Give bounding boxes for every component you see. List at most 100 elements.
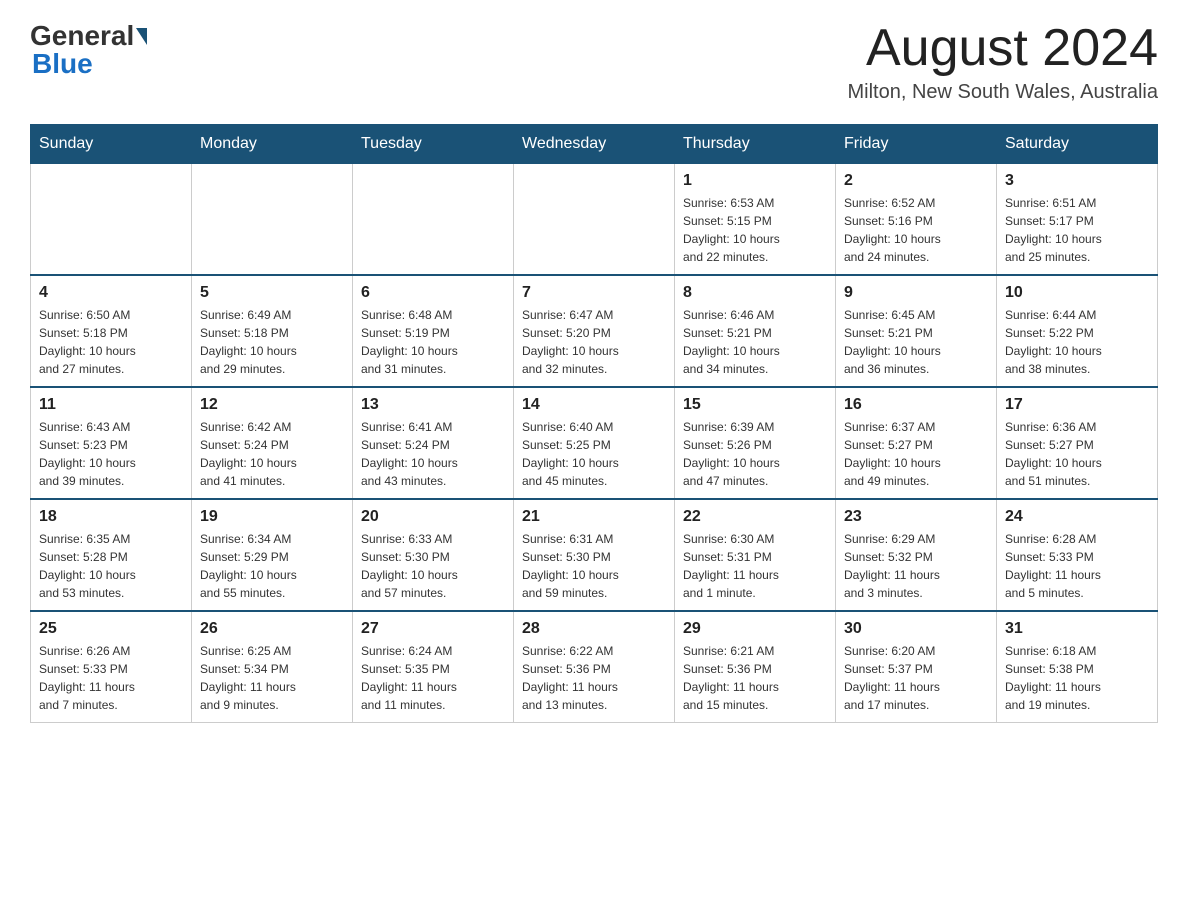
location-text: Milton, New South Wales, Australia (848, 81, 1159, 104)
day-info-3: Sunrise: 6:51 AMSunset: 5:17 PMDaylight:… (1005, 194, 1149, 266)
day-info-2: Sunrise: 6:52 AMSunset: 5:16 PMDaylight:… (844, 194, 988, 266)
calendar-cell-w4-d1: 26 Sunrise: 6:25 AMSunset: 5:34 PMDayligh… (192, 611, 353, 723)
day-number-31: 31 (1005, 620, 1149, 638)
calendar-cell-w2-d4: 15 Sunrise: 6:39 AMSunset: 5:26 PMDayligh… (675, 387, 836, 499)
calendar-cell-w0-d6: 3 Sunrise: 6:51 AMSunset: 5:17 PMDaylight… (997, 164, 1158, 276)
calendar-row-0: 1Sunrise: 6:53 AMSunset: 5:15 PMDaylight… (31, 164, 1158, 276)
calendar-cell-w0-d4: 1Sunrise: 6:53 AMSunset: 5:15 PMDaylight… (675, 164, 836, 276)
day-info-26: Sunrise: 6:25 AMSunset: 5:34 PMDaylight:… (200, 642, 344, 714)
day-info-29: Sunrise: 6:21 AMSunset: 5:36 PMDaylight:… (683, 642, 827, 714)
header-saturday: Saturday (997, 125, 1158, 164)
calendar-cell-w2-d2: 13Sunrise: 6:41 AMSunset: 5:24 PMDayligh… (353, 387, 514, 499)
day-number-9: 9 (844, 284, 988, 302)
day-info-31: Sunrise: 6:18 AMSunset: 5:38 PMDaylight:… (1005, 642, 1149, 714)
calendar-cell-w2-d5: 16Sunrise: 6:37 AMSunset: 5:27 PMDayligh… (836, 387, 997, 499)
calendar-header-row: Sunday Monday Tuesday Wednesday Thursday… (31, 125, 1158, 164)
day-number-16: 16 (844, 396, 988, 414)
day-info-5: Sunrise: 6:49 AMSunset: 5:18 PMDaylight:… (200, 306, 344, 378)
calendar-cell-w1-d5: 9 Sunrise: 6:45 AMSunset: 5:21 PMDaylight… (836, 275, 997, 387)
day-info-8: Sunrise: 6:46 AMSunset: 5:21 PMDaylight:… (683, 306, 827, 378)
calendar-row-2: 11 Sunrise: 6:43 AMSunset: 5:23 PMDayligh… (31, 387, 1158, 499)
calendar-cell-w1-d0: 4 Sunrise: 6:50 AMSunset: 5:18 PMDaylight… (31, 275, 192, 387)
day-info-25: Sunrise: 6:26 AMSunset: 5:33 PMDaylight:… (39, 642, 183, 714)
day-info-22: Sunrise: 6:30 AMSunset: 5:31 PMDaylight:… (683, 530, 827, 602)
header-tuesday: Tuesday (353, 125, 514, 164)
logo: General Blue (30, 20, 149, 80)
calendar-table: Sunday Monday Tuesday Wednesday Thursday… (30, 124, 1158, 723)
calendar-cell-w4-d0: 25 Sunrise: 6:26 AMSunset: 5:33 PMDayligh… (31, 611, 192, 723)
day-number-22: 22 (683, 508, 827, 526)
day-info-7: Sunrise: 6:47 AMSunset: 5:20 PMDaylight:… (522, 306, 666, 378)
day-number-27: 27 (361, 620, 505, 638)
calendar-cell-w0-d1 (192, 164, 353, 276)
calendar-row-4: 25 Sunrise: 6:26 AMSunset: 5:33 PMDayligh… (31, 611, 1158, 723)
day-number-10: 10 (1005, 284, 1149, 302)
day-info-6: Sunrise: 6:48 AMSunset: 5:19 PMDaylight:… (361, 306, 505, 378)
header-sunday: Sunday (31, 125, 192, 164)
day-number-12: 12 (200, 396, 344, 414)
day-info-1: Sunrise: 6:53 AMSunset: 5:15 PMDaylight:… (683, 194, 827, 266)
calendar-cell-w3-d3: 21 Sunrise: 6:31 AMSunset: 5:30 PMDayligh… (514, 499, 675, 611)
day-number-30: 30 (844, 620, 988, 638)
calendar-cell-w1-d1: 5 Sunrise: 6:49 AMSunset: 5:18 PMDaylight… (192, 275, 353, 387)
day-info-13: Sunrise: 6:41 AMSunset: 5:24 PMDaylight:… (361, 418, 505, 490)
day-info-12: Sunrise: 6:42 AMSunset: 5:24 PMDaylight:… (200, 418, 344, 490)
calendar-cell-w0-d5: 2 Sunrise: 6:52 AMSunset: 5:16 PMDaylight… (836, 164, 997, 276)
day-info-14: Sunrise: 6:40 AMSunset: 5:25 PMDaylight:… (522, 418, 666, 490)
day-info-9: Sunrise: 6:45 AMSunset: 5:21 PMDaylight:… (844, 306, 988, 378)
title-section: August 2024 Milton, New South Wales, Aus… (848, 20, 1159, 104)
calendar-cell-w4-d2: 27 Sunrise: 6:24 AMSunset: 5:35 PMDayligh… (353, 611, 514, 723)
day-number-26: 26 (200, 620, 344, 638)
day-info-4: Sunrise: 6:50 AMSunset: 5:18 PMDaylight:… (39, 306, 183, 378)
day-info-23: Sunrise: 6:29 AMSunset: 5:32 PMDaylight:… (844, 530, 988, 602)
day-number-4: 4 (39, 284, 183, 302)
day-number-28: 28 (522, 620, 666, 638)
calendar-cell-w0-d0 (31, 164, 192, 276)
calendar-row-3: 18 Sunrise: 6:35 AMSunset: 5:28 PMDayligh… (31, 499, 1158, 611)
day-number-21: 21 (522, 508, 666, 526)
calendar-cell-w0-d2 (353, 164, 514, 276)
calendar-cell-w4-d5: 30 Sunrise: 6:20 AMSunset: 5:37 PMDayligh… (836, 611, 997, 723)
day-number-8: 8 (683, 284, 827, 302)
logo-blue: Blue (32, 48, 93, 79)
day-info-17: Sunrise: 6:36 AMSunset: 5:27 PMDaylight:… (1005, 418, 1149, 490)
day-number-18: 18 (39, 508, 183, 526)
day-number-14: 14 (522, 396, 666, 414)
day-info-27: Sunrise: 6:24 AMSunset: 5:35 PMDaylight:… (361, 642, 505, 714)
day-info-10: Sunrise: 6:44 AMSunset: 5:22 PMDaylight:… (1005, 306, 1149, 378)
calendar-cell-w4-d4: 29Sunrise: 6:21 AMSunset: 5:36 PMDayligh… (675, 611, 836, 723)
day-number-15: 15 (683, 396, 827, 414)
day-number-25: 25 (39, 620, 183, 638)
day-number-2: 2 (844, 172, 988, 190)
day-number-11: 11 (39, 396, 183, 414)
day-info-15: Sunrise: 6:39 AMSunset: 5:26 PMDaylight:… (683, 418, 827, 490)
month-title: August 2024 (848, 20, 1159, 77)
day-number-20: 20 (361, 508, 505, 526)
calendar-cell-w3-d0: 18 Sunrise: 6:35 AMSunset: 5:28 PMDayligh… (31, 499, 192, 611)
day-info-21: Sunrise: 6:31 AMSunset: 5:30 PMDaylight:… (522, 530, 666, 602)
day-number-23: 23 (844, 508, 988, 526)
calendar-cell-w0-d3 (514, 164, 675, 276)
calendar-row-1: 4 Sunrise: 6:50 AMSunset: 5:18 PMDaylight… (31, 275, 1158, 387)
calendar-cell-w2-d6: 17Sunrise: 6:36 AMSunset: 5:27 PMDayligh… (997, 387, 1158, 499)
calendar-cell-w1-d3: 7Sunrise: 6:47 AMSunset: 5:20 PMDaylight… (514, 275, 675, 387)
calendar-cell-w4-d6: 31 Sunrise: 6:18 AMSunset: 5:38 PMDayligh… (997, 611, 1158, 723)
day-number-6: 6 (361, 284, 505, 302)
day-info-30: Sunrise: 6:20 AMSunset: 5:37 PMDaylight:… (844, 642, 988, 714)
day-info-28: Sunrise: 6:22 AMSunset: 5:36 PMDaylight:… (522, 642, 666, 714)
calendar-cell-w4-d3: 28 Sunrise: 6:22 AMSunset: 5:36 PMDayligh… (514, 611, 675, 723)
calendar-cell-w3-d5: 23 Sunrise: 6:29 AMSunset: 5:32 PMDayligh… (836, 499, 997, 611)
header-wednesday: Wednesday (514, 125, 675, 164)
day-info-11: Sunrise: 6:43 AMSunset: 5:23 PMDaylight:… (39, 418, 183, 490)
day-number-5: 5 (200, 284, 344, 302)
calendar-cell-w1-d2: 6 Sunrise: 6:48 AMSunset: 5:19 PMDaylight… (353, 275, 514, 387)
day-number-24: 24 (1005, 508, 1149, 526)
calendar-cell-w1-d6: 10 Sunrise: 6:44 AMSunset: 5:22 PMDayligh… (997, 275, 1158, 387)
day-info-19: Sunrise: 6:34 AMSunset: 5:29 PMDaylight:… (200, 530, 344, 602)
calendar-cell-w3-d4: 22 Sunrise: 6:30 AMSunset: 5:31 PMDayligh… (675, 499, 836, 611)
day-info-20: Sunrise: 6:33 AMSunset: 5:30 PMDaylight:… (361, 530, 505, 602)
day-info-18: Sunrise: 6:35 AMSunset: 5:28 PMDaylight:… (39, 530, 183, 602)
calendar-cell-w3-d2: 20 Sunrise: 6:33 AMSunset: 5:30 PMDayligh… (353, 499, 514, 611)
calendar-cell-w2-d3: 14 Sunrise: 6:40 AMSunset: 5:25 PMDayligh… (514, 387, 675, 499)
day-number-3: 3 (1005, 172, 1149, 190)
